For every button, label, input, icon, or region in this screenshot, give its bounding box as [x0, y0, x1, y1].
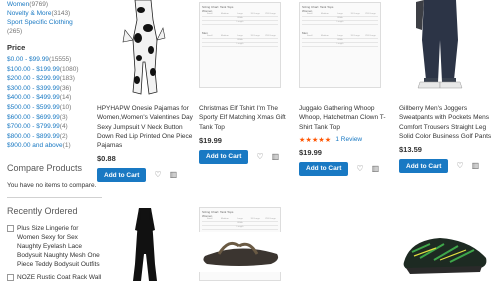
product-price: $0.88 — [97, 154, 116, 164]
product-name[interactable]: Gillberry Men's Joggers Sweatpants with … — [399, 104, 499, 141]
recent-item: NOZE Rustic Coat Rack Wall Mounted Shelf… — [7, 273, 102, 281]
recent-item-name[interactable]: Plus Size Lingerie for Women Sexy for Se… — [17, 224, 102, 269]
product-rating: ★★★★★ 1 Review — [299, 136, 397, 144]
price-range-9[interactable]: $900.00 and above(1) — [7, 141, 102, 151]
product-image-size-chart[interactable]: Sizing Chart: Tank Tops Women Small Mediu… — [299, 2, 381, 88]
recent-item-checkbox[interactable] — [7, 273, 14, 281]
price-range-5[interactable]: $500.00 - $599.99(10) — [7, 103, 102, 113]
product-image-joggers[interactable] — [412, 0, 468, 92]
product-price: $19.99 — [299, 147, 322, 157]
product-card: Gillberry Men's Joggers Sweatpants with … — [399, 104, 499, 174]
bikini-image — [300, 204, 382, 281]
price-filter-title: Price — [7, 43, 26, 52]
bodysuit-image — [133, 208, 157, 281]
price-range-6[interactable]: $600.00 - $699.99(3) — [7, 113, 102, 123]
recent-item-name[interactable]: NOZE Rustic Coat Rack Wall Mounted Shelf… — [17, 273, 102, 281]
price-range-8[interactable]: $800.00 - $899.99(2) — [7, 132, 102, 142]
add-to-cart-button[interactable]: Add to Cart — [299, 161, 349, 176]
category-women[interactable]: Women(9769) — [7, 0, 102, 9]
heart-icon[interactable]: ♡ — [256, 152, 263, 161]
heart-icon[interactable]: ♡ — [154, 171, 161, 179]
product-name[interactable]: Juggalo Gathering Whoop Whoop, Hatchetma… — [299, 104, 397, 132]
recently-ordered-title: Recently Ordered — [7, 205, 78, 216]
price-range-4[interactable]: $400.00 - $499.99(14) — [7, 93, 102, 103]
price-range-0[interactable]: $0.00 - $99.99(15555) — [7, 55, 102, 65]
size-chart-row: Length — [202, 21, 278, 25]
onesie-image — [113, 0, 173, 98]
compare-icon[interactable]: ▥ — [472, 162, 480, 170]
compare-icon[interactable]: ▥ — [272, 152, 280, 161]
compare-title: Compare Products — [7, 162, 83, 173]
price-range-7[interactable]: $700.00 - $799.99(4) — [7, 122, 102, 132]
product-card: Christmas Elf Tshirt I'm The Sporty Elf … — [199, 104, 297, 164]
review-link[interactable]: 1 Review — [335, 136, 362, 143]
rating-stars: ★★★★★ — [299, 136, 332, 144]
compare-icon[interactable]: ▥ — [372, 164, 380, 173]
size-chart-row: Length — [302, 21, 378, 25]
add-to-cart-button[interactable]: Add to Cart — [97, 168, 147, 183]
sidebar-divider — [7, 196, 102, 198]
add-to-cart-button[interactable]: Add to Cart — [399, 159, 449, 174]
product-actions: Add to Cart ♡ ▥ — [97, 168, 195, 183]
product-name[interactable]: Christmas Elf Tshirt I'm The Sporty Elf … — [199, 104, 297, 132]
flipflop-image — [203, 241, 279, 266]
product-image-size-chart[interactable]: Sizing Chart: Tank Tops Women Small Mediu… — [199, 2, 281, 88]
price-range-2[interactable]: $200.00 - $299.99(183) — [7, 74, 102, 84]
size-chart-row: Length — [202, 43, 278, 47]
product-actions: Add to Cart ♡ ▥ — [299, 161, 397, 176]
price-range-1[interactable]: $100.00 - $199.99(1080) — [7, 65, 102, 75]
product-name[interactable]: HPYHAPW Onesie Pajamas for Women,Women's… — [97, 104, 195, 150]
compare-empty-message: You have no items to compare. — [7, 181, 97, 189]
product-price: $19.99 — [199, 135, 222, 145]
product-image-flipflop[interactable] — [199, 232, 283, 272]
product-price: $13.59 — [399, 145, 422, 155]
product-actions: Add to Cart ♡ ▥ — [399, 159, 499, 174]
size-chart-row: Length — [302, 43, 378, 47]
heart-icon[interactable]: ♡ — [356, 164, 363, 173]
product-card: Juggalo Gathering Whoop Whoop, Hatchetma… — [299, 104, 397, 176]
compare-icon[interactable]: ▥ — [170, 171, 178, 179]
price-filter-list: $0.00 - $99.99(15555) $100.00 - $199.99(… — [7, 55, 102, 151]
product-image-water-shoes[interactable] — [400, 222, 492, 281]
product-actions: Add to Cart ♡ ▥ — [199, 149, 297, 164]
category-list: Women(9769) Novelty & More(3143) Sport S… — [7, 0, 102, 36]
product-image-bikini[interactable] — [300, 204, 382, 281]
price-range-3[interactable]: $300.00 - $399.99(36) — [7, 84, 102, 94]
heart-icon[interactable]: ♡ — [456, 162, 463, 170]
add-to-cart-button[interactable]: Add to Cart — [199, 149, 249, 164]
water-shoes-image — [403, 238, 487, 274]
product-image-bodysuit[interactable] — [125, 204, 165, 281]
size-chart-row: Length — [202, 226, 278, 230]
sidebar: Women(9769) Novelty & More(3143) Sport S… — [7, 0, 102, 281]
category-novelty[interactable]: Novelty & More(3143) — [7, 9, 102, 18]
category-sport[interactable]: Sport Specific Clothing (265) — [7, 18, 102, 36]
joggers-image — [416, 0, 463, 89]
recent-item: Plus Size Lingerie for Women Sexy for Se… — [7, 224, 102, 269]
recent-item-checkbox[interactable] — [7, 224, 14, 232]
product-card: HPYHAPW Onesie Pajamas for Women,Women's… — [97, 104, 195, 183]
product-image-onesie[interactable] — [113, 0, 173, 98]
